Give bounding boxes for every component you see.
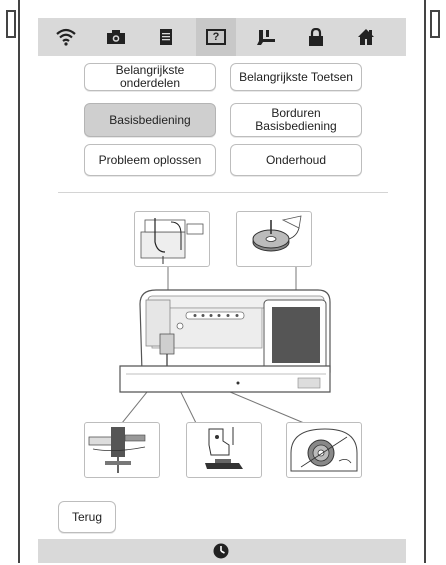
presser-foot-drawing <box>205 427 243 469</box>
bottom-bar <box>38 539 406 563</box>
sewing-machine-illustration <box>119 289 331 393</box>
needle-threader-image[interactable] <box>84 422 160 478</box>
bobbin-case-drawing <box>290 428 358 472</box>
bobbin-case-image[interactable] <box>286 422 362 478</box>
thread-path-image[interactable] <box>134 211 210 267</box>
bobbin-winding-drawing <box>252 215 302 252</box>
back-button[interactable]: Terug <box>58 501 116 533</box>
presser-foot-image[interactable] <box>186 422 262 478</box>
bobbin-winding-image[interactable] <box>236 211 312 267</box>
clock-icon[interactable] <box>212 542 230 565</box>
thread-path-drawing <box>140 218 204 264</box>
needle-threader-drawing <box>88 427 146 473</box>
